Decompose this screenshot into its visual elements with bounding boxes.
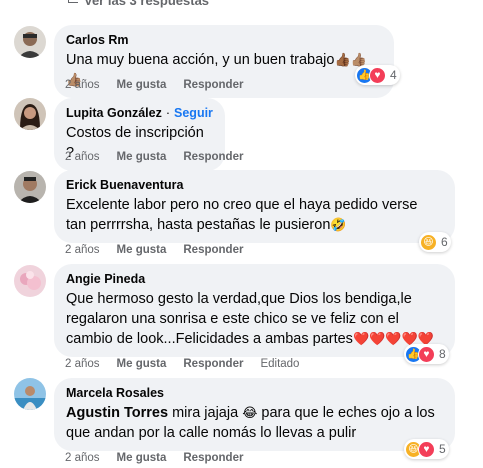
reply-button[interactable]: Responder [183,357,243,371]
reply-button[interactable]: Responder [183,243,243,257]
comment-actions: 2 años Me gusta Responder [65,78,243,92]
comment-text: Que hermoso gesto la verdad,que Dios los… [66,291,434,347]
edited-label: Editado [260,358,300,370]
like-button[interactable]: Me gusta [117,150,167,164]
reply-arrow-icon [68,0,78,3]
avatar[interactable] [14,265,46,297]
avatar[interactable] [14,26,46,58]
reply-button[interactable]: Responder [183,451,243,465]
avatar[interactable] [14,171,46,203]
comment-time[interactable]: 2 años [65,150,100,164]
comment-author[interactable]: Erick Buenaventura [66,177,183,193]
reply-button[interactable]: Responder [183,150,243,164]
laughing-emoji-icon: 😂 [242,405,258,420]
reply-button[interactable]: Responder [183,78,243,92]
like-button[interactable]: Me gusta [117,243,167,257]
reaction-count: 4 [390,68,397,82]
like-button[interactable]: Me gusta [117,78,167,92]
follow-button[interactable]: Seguir [174,105,213,121]
like-button[interactable]: Me gusta [117,357,167,371]
avatar-image [14,26,46,58]
comment-time[interactable]: 2 años [65,357,100,371]
avatar-image [14,98,46,130]
reaction-count: 8 [439,347,446,361]
comment-bubble: Marcela Rosales Agustin Torres mira jaja… [54,378,455,451]
reaction-count: 6 [441,235,448,249]
view-replies-label: Ver las 3 respuestas [84,0,210,8]
comment-time[interactable]: 2 años [65,243,100,257]
avatar[interactable] [14,98,46,130]
mention-link[interactable]: Agustin Torres [66,405,168,421]
reaction-summary[interactable]: 😆 6 [419,232,451,252]
reaction-count: 5 [439,442,446,456]
love-reaction-icon: ♥ [418,345,435,363]
comment-bubble: Angie Pineda Que hermoso gesto la verdad… [54,264,455,357]
reaction-summary[interactable]: 👍 ♥ 8 [404,344,449,364]
comment-author[interactable]: Angie Pineda [66,271,145,287]
view-replies-link[interactable]: Ver las 3 respuestas [68,0,209,8]
reaction-summary[interactable]: 😆 ♥ 5 [404,439,449,459]
comment-time[interactable]: 2 años [65,451,100,465]
comment-text: Excelente labor pero no creo que el haya… [66,197,418,233]
comment-author[interactable]: Marcela Rosales [66,385,164,401]
love-reaction-icon: ♥ [418,440,435,458]
comment-time[interactable]: 2 años [65,78,100,92]
comment-actions: 2 años Me gusta Responder Editado [65,357,299,371]
avatar-image [14,171,46,203]
comment-author[interactable]: Carlos Rm [66,32,129,48]
comment-text: Agustin Torres mira jajaja 😂 para que le… [66,405,435,441]
reaction-summary[interactable]: 👍 ♥ 4 [355,65,400,85]
comment-actions: 2 años Me gusta Responder [65,243,243,257]
love-reaction-icon: ♥ [369,66,386,84]
avatar-image [14,265,46,297]
avatar[interactable] [14,378,46,410]
comment-bubble: Erick Buenaventura Excelente labor pero … [54,170,455,243]
like-button[interactable]: Me gusta [117,451,167,465]
separator-dot: · [165,106,171,120]
rofl-emoji-icon: 🤣 [330,217,347,232]
avatar-image [14,378,46,410]
comment-actions: 2 años Me gusta Responder [65,150,243,164]
comment-actions: 2 años Me gusta Responder [65,451,243,465]
haha-reaction-icon: 😆 [420,233,437,251]
comment-author[interactable]: Lupita González [66,105,162,121]
